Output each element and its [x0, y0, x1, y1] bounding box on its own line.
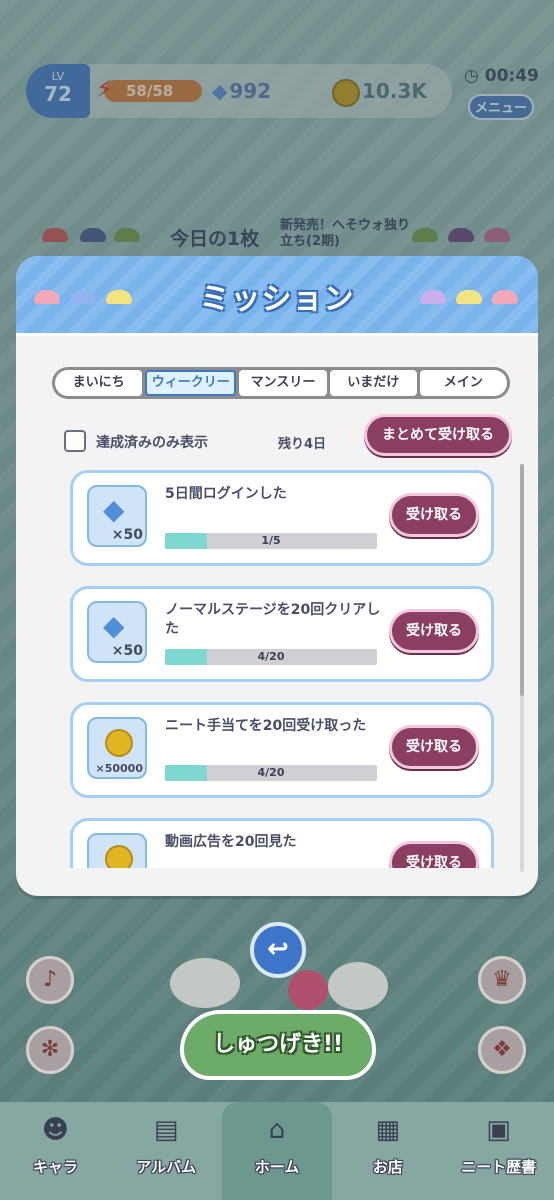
- album-icon: ▤: [153, 1115, 179, 1145]
- wheel-icon: ✻: [40, 1037, 60, 1062]
- mission-title: ニート手当てを20回受け取った: [165, 718, 367, 734]
- dialog-title: ミッション: [199, 282, 355, 317]
- mission-item: ◆ ×50 5日間ログインした 1/5 受け取る: [70, 470, 494, 566]
- cloud-decor: [328, 962, 388, 1010]
- reward-box: [87, 833, 147, 868]
- completed-only-checkbox[interactable]: [64, 430, 86, 452]
- progress-bar: 4/20: [165, 649, 377, 665]
- music-note-icon: ♪: [42, 967, 58, 992]
- ball-decor: [288, 970, 328, 1010]
- cloud-decor: [170, 958, 240, 1008]
- roulette-button[interactable]: ✻: [26, 1026, 74, 1074]
- nav-label: ホーム: [254, 1158, 300, 1176]
- progress-text: 4/20: [257, 650, 285, 663]
- nav-label: アルバム: [136, 1158, 197, 1176]
- mission-title: 動画広告を20回見た: [165, 834, 297, 850]
- progress-text: 1/5: [261, 534, 281, 547]
- claim-all-button[interactable]: まとめて受け取る: [364, 414, 512, 456]
- nav-item-home[interactable]: ⌂ ホーム: [221, 1102, 333, 1200]
- back-button[interactable]: ↩: [250, 922, 306, 978]
- mission-dialog: ミッション まいにち ウィークリー マンスリー いまだけ メイン 達成済みのみ表…: [16, 256, 538, 896]
- claim-button[interactable]: 受け取る: [389, 493, 479, 537]
- reward-box: ◆ ×50: [87, 601, 147, 663]
- progress-text: 4/20: [257, 766, 285, 779]
- reward-quantity: ×50: [111, 527, 143, 543]
- mission-tabs: まいにち ウィークリー マンスリー いまだけ メイン: [52, 367, 510, 399]
- mission-item: 動画広告を20回見た 受け取る: [70, 818, 494, 868]
- claim-button[interactable]: 受け取る: [389, 725, 479, 769]
- tab-monthly[interactable]: マンスリー: [239, 370, 327, 396]
- resume-icon: ▣: [486, 1115, 511, 1145]
- progress-bar: 1/5: [165, 533, 377, 549]
- reward-box: ×50000: [87, 717, 147, 779]
- mission-title: ノーマルステージを20回クリアした: [165, 602, 381, 637]
- shop-icon: ▦: [375, 1115, 401, 1145]
- tab-weekly[interactable]: ウィークリー: [145, 370, 237, 396]
- gem-icon: ◆: [103, 609, 125, 642]
- dialog-header: ミッション: [16, 256, 538, 336]
- claim-button[interactable]: 受け取る: [389, 841, 479, 868]
- remaining-days: 残り4日: [278, 437, 327, 452]
- gem-icon: ◆: [103, 493, 125, 526]
- return-arrow-icon: ↩: [267, 934, 289, 964]
- nav-item-chara[interactable]: ☻ キャラ: [0, 1102, 111, 1200]
- nav-label: お店: [372, 1158, 403, 1176]
- tab-daily[interactable]: まいにち: [55, 370, 143, 396]
- tab-limited[interactable]: いまだけ: [329, 370, 417, 396]
- reward-box: ◆ ×50: [87, 485, 147, 547]
- launch-button[interactable]: しゅつげき!!: [180, 1010, 376, 1080]
- mission-item: ×50000 ニート手当てを20回受け取った 4/20 受け取る: [70, 702, 494, 798]
- mission-title: 5日間ログインした: [165, 486, 287, 502]
- nav-label: ニート歴書: [461, 1158, 537, 1176]
- bottom-nav: ☻ キャラ ▤ アルバム ⌂ ホーム ▦ お店 ▣ ニート歴書: [0, 1102, 554, 1200]
- mission-list: ◆ ×50 5日間ログインした 1/5 受け取る ◆ ×50 ノーマルステージを…: [66, 466, 506, 868]
- nav-item-shop[interactable]: ▦ お店: [332, 1102, 443, 1200]
- gift-icon: ❖: [492, 1037, 512, 1062]
- tab-main[interactable]: メイン: [419, 370, 508, 396]
- home-icon: ⌂: [268, 1115, 286, 1145]
- nav-label: キャラ: [32, 1158, 78, 1176]
- progress-bar: 4/20: [165, 765, 377, 781]
- completed-only-label: 達成済みのみ表示: [96, 435, 208, 451]
- ranking-button[interactable]: ♛: [478, 956, 526, 1004]
- character-icon: ☻: [41, 1115, 69, 1145]
- reward-quantity: ×50000: [95, 762, 144, 775]
- coin-icon: [105, 729, 133, 757]
- coin-icon: [105, 845, 133, 868]
- mission-item: ◆ ×50 ノーマルステージを20回クリアした 4/20 受け取る: [70, 586, 494, 682]
- nav-item-resume[interactable]: ▣ ニート歴書: [443, 1102, 554, 1200]
- gift-button[interactable]: ❖: [478, 1026, 526, 1074]
- nav-item-album[interactable]: ▤ アルバム: [111, 1102, 222, 1200]
- music-button[interactable]: ♪: [26, 956, 74, 1004]
- claim-button[interactable]: 受け取る: [389, 609, 479, 653]
- reward-quantity: ×50: [111, 643, 143, 659]
- scrollbar-thumb[interactable]: [520, 464, 524, 696]
- trophy-icon: ♛: [492, 967, 512, 992]
